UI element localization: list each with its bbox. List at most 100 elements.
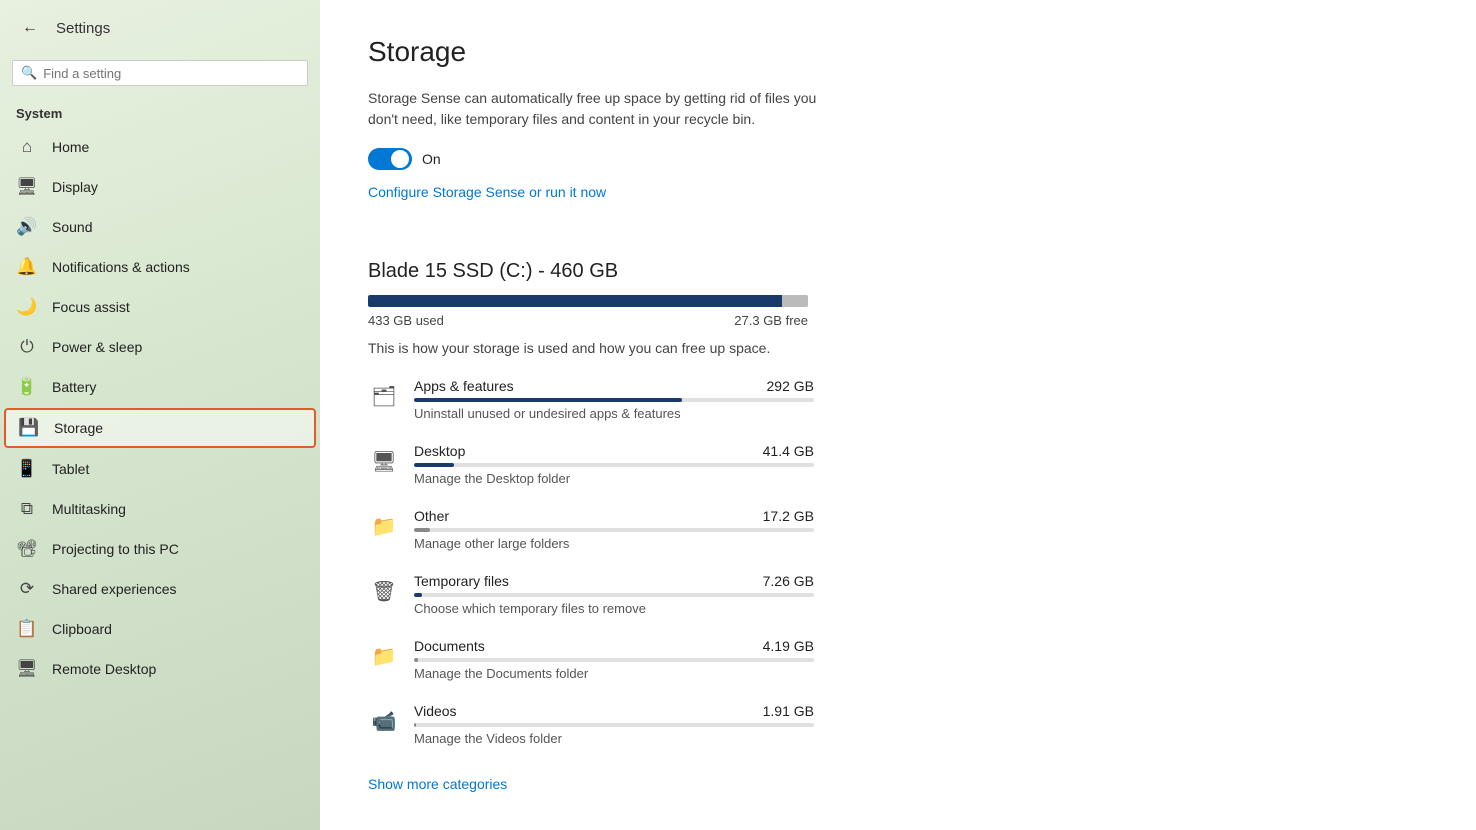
desktop-header: Desktop 41.4 GB	[414, 443, 814, 459]
sidebar-item-sound[interactable]: 🔊 Sound	[0, 207, 320, 247]
videos-bar	[414, 723, 814, 727]
temp-sub: Choose which temporary files to remove	[414, 601, 814, 616]
nav-container: ⌂ Home 🖥 Display 🔊 Sound 🔔 Notifications…	[0, 127, 320, 689]
main-content: Storage Storage Sense can automatically …	[320, 0, 1476, 830]
sidebar-item-power[interactable]: ⏻ Power & sleep	[0, 327, 320, 367]
projecting-icon: 📽	[16, 539, 38, 559]
videos-bar-fill	[414, 723, 416, 727]
system-label: System	[0, 98, 320, 127]
storage-description: This is how your storage is used and how…	[368, 340, 1428, 356]
temp-icon: 🗑	[368, 575, 400, 607]
other-size: 17.2 GB	[763, 508, 814, 524]
multitasking-icon: ⧉	[16, 499, 38, 519]
sidebar-item-tablet[interactable]: 📱 Tablet	[0, 449, 320, 489]
storage-stats: 433 GB used 27.3 GB free	[368, 313, 808, 328]
sidebar-item-projecting[interactable]: 📽 Projecting to this PC	[0, 529, 320, 569]
sidebar-label-tablet: Tablet	[52, 461, 89, 477]
sidebar-label-home: Home	[52, 139, 89, 155]
category-item-other[interactable]: 📁 Other 17.2 GB Manage other large folde…	[368, 508, 1428, 551]
other-info: Other 17.2 GB Manage other large folders	[414, 508, 814, 551]
sidebar-item-display[interactable]: 🖥 Display	[0, 167, 320, 207]
sidebar-label-display: Display	[52, 179, 98, 195]
temp-name: Temporary files	[414, 573, 509, 589]
search-input[interactable]	[43, 66, 299, 81]
sidebar-item-storage[interactable]: 💾 Storage	[4, 408, 316, 448]
storage-sense-toggle[interactable]	[368, 148, 412, 170]
storage-sense-toggle-row: On	[368, 148, 1428, 170]
desktop-bar-fill	[414, 463, 454, 467]
desktop-sub: Manage the Desktop folder	[414, 471, 814, 486]
sidebar-item-shared[interactable]: ⟳ Shared experiences	[0, 569, 320, 609]
sidebar-item-clipboard[interactable]: 📋 Clipboard	[0, 609, 320, 649]
sidebar-item-focus[interactable]: 🌙 Focus assist	[0, 287, 320, 327]
sidebar-item-battery[interactable]: 🔋 Battery	[0, 367, 320, 407]
drive-title: Blade 15 SSD (C:) - 460 GB	[368, 260, 1428, 283]
apps-name: Apps & features	[414, 378, 514, 394]
videos-icon: 📹	[368, 705, 400, 737]
other-header: Other 17.2 GB	[414, 508, 814, 524]
docs-size: 4.19 GB	[763, 638, 814, 654]
desktop-name: Desktop	[414, 443, 465, 459]
sidebar-item-notifications[interactable]: 🔔 Notifications & actions	[0, 247, 320, 287]
desktop-size: 41.4 GB	[763, 443, 814, 459]
drive-section: Blade 15 SSD (C:) - 460 GB 433 GB used 2…	[368, 260, 1428, 356]
remote-icon: 🖥	[16, 659, 38, 679]
sidebar-label-focus: Focus assist	[52, 299, 130, 315]
show-more-link[interactable]: Show more categories	[368, 776, 507, 792]
sidebar-label-clipboard: Clipboard	[52, 621, 112, 637]
sidebar-item-home[interactable]: ⌂ Home	[0, 127, 320, 167]
sidebar-label-power: Power & sleep	[52, 339, 142, 355]
sidebar-item-multitasking[interactable]: ⧉ Multitasking	[0, 489, 320, 529]
videos-name: Videos	[414, 703, 457, 719]
videos-info: Videos 1.91 GB Manage the Videos folder	[414, 703, 814, 746]
sidebar-label-battery: Battery	[52, 379, 96, 395]
docs-sub: Manage the Documents folder	[414, 666, 814, 681]
category-item-videos[interactable]: 📹 Videos 1.91 GB Manage the Videos folde…	[368, 703, 1428, 746]
videos-header: Videos 1.91 GB	[414, 703, 814, 719]
other-bar	[414, 528, 814, 532]
category-item-desktop[interactable]: 🖥 Desktop 41.4 GB Manage the Desktop fol…	[368, 443, 1428, 486]
sidebar-app-title: Settings	[56, 20, 110, 37]
category-item-apps[interactable]: 🗂 Apps & features 292 GB Uninstall unuse…	[368, 378, 1428, 421]
sidebar-label-notifications: Notifications & actions	[52, 259, 190, 275]
videos-sub: Manage the Videos folder	[414, 731, 814, 746]
sidebar: ← Settings 🔍 System ⌂ Home 🖥 Display 🔊 S…	[0, 0, 320, 830]
back-button[interactable]: ←	[16, 14, 44, 42]
desktop-icon: 🖥	[368, 445, 400, 477]
sidebar-label-storage: Storage	[54, 420, 103, 436]
temp-info: Temporary files 7.26 GB Choose which tem…	[414, 573, 814, 616]
storage-bar-used	[368, 295, 782, 307]
storage-bar	[368, 295, 808, 307]
sidebar-item-remote[interactable]: 🖥 Remote Desktop	[0, 649, 320, 689]
storage-icon: 💾	[18, 418, 40, 438]
apps-sub: Uninstall unused or undesired apps & fea…	[414, 406, 814, 421]
page-title: Storage	[368, 36, 1428, 68]
power-icon: ⏻	[16, 337, 38, 357]
apps-bar-fill	[414, 398, 682, 402]
storage-bar-free	[782, 295, 808, 307]
category-item-temp[interactable]: 🗑 Temporary files 7.26 GB Choose which t…	[368, 573, 1428, 616]
other-name: Other	[414, 508, 449, 524]
desktop-bar	[414, 463, 814, 467]
videos-size: 1.91 GB	[763, 703, 814, 719]
sidebar-label-shared: Shared experiences	[52, 581, 177, 597]
category-item-docs[interactable]: 📁 Documents 4.19 GB Manage the Documents…	[368, 638, 1428, 681]
apps-info: Apps & features 292 GB Uninstall unused …	[414, 378, 814, 421]
desktop-info: Desktop 41.4 GB Manage the Desktop folde…	[414, 443, 814, 486]
configure-link[interactable]: Configure Storage Sense or run it now	[368, 184, 606, 200]
sidebar-label-multitasking: Multitasking	[52, 501, 126, 517]
docs-icon: 📁	[368, 640, 400, 672]
focus-icon: 🌙	[16, 297, 38, 317]
docs-header: Documents 4.19 GB	[414, 638, 814, 654]
search-icon: 🔍	[21, 65, 37, 81]
battery-icon: 🔋	[16, 377, 38, 397]
other-bar-fill	[414, 528, 430, 532]
clipboard-icon: 📋	[16, 619, 38, 639]
search-box[interactable]: 🔍	[12, 60, 308, 86]
apps-header: Apps & features 292 GB	[414, 378, 814, 394]
shared-icon: ⟳	[16, 579, 38, 599]
temp-bar	[414, 593, 814, 597]
notifications-icon: 🔔	[16, 257, 38, 277]
home-icon: ⌂	[16, 137, 38, 157]
temp-bar-fill	[414, 593, 422, 597]
